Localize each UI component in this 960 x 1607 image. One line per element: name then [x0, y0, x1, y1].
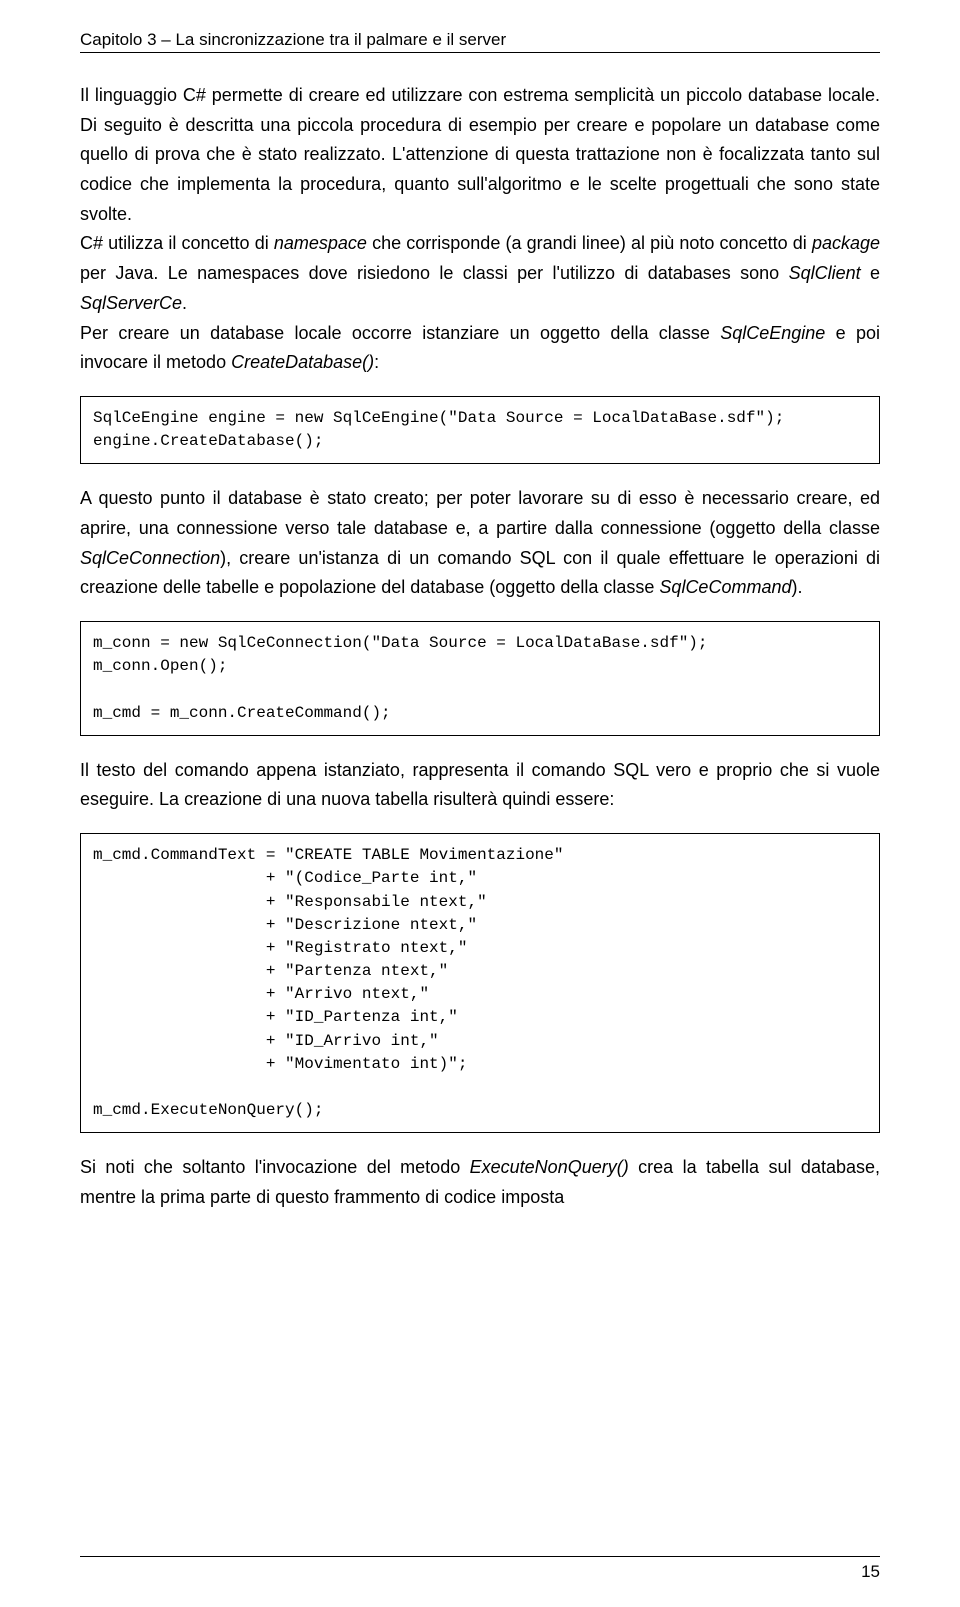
italic-term: SqlServerCe	[80, 293, 182, 313]
paragraph-2: A questo punto il database è stato creat…	[80, 484, 880, 603]
page-number: 15	[861, 1562, 880, 1582]
text: ).	[791, 577, 802, 597]
text: e	[861, 263, 880, 283]
code-block-3: m_cmd.CommandText = "CREATE TABLE Movime…	[80, 833, 880, 1133]
italic-term: package	[812, 233, 880, 253]
text: Il linguaggio C# permette di creare ed u…	[80, 85, 880, 224]
text: :	[374, 352, 379, 372]
paragraph-3: Il testo del comando appena istanziato, …	[80, 756, 880, 815]
code-block-2: m_conn = new SqlCeConnection("Data Sourc…	[80, 621, 880, 736]
text: per Java. Le namespaces dove risiedono l…	[80, 263, 789, 283]
paragraph-1: Il linguaggio C# permette di creare ed u…	[80, 81, 880, 378]
italic-term: SqlClient	[789, 263, 861, 283]
text: A questo punto il database è stato creat…	[80, 488, 880, 538]
paragraph-4: Si noti che soltanto l'invocazione del m…	[80, 1153, 880, 1212]
text: Si noti che soltanto l'invocazione del m…	[80, 1157, 470, 1177]
footer-rule	[80, 1556, 880, 1557]
code-block-1: SqlCeEngine engine = new SqlCeEngine("Da…	[80, 396, 880, 464]
italic-term: namespace	[274, 233, 367, 253]
italic-term: SqlCeCommand	[659, 577, 791, 597]
text: Per creare un database locale occorre is…	[80, 323, 720, 343]
page: Capitolo 3 – La sincronizzazione tra il …	[0, 0, 960, 1607]
text: .	[182, 293, 187, 313]
italic-term: SqlCeEngine	[720, 323, 825, 343]
text: C# utilizza il concetto di	[80, 233, 274, 253]
italic-term: ExecuteNonQuery()	[470, 1157, 629, 1177]
text: che corrisponde (a grandi linee) al più …	[367, 233, 812, 253]
italic-term: CreateDatabase()	[231, 352, 374, 372]
chapter-header: Capitolo 3 – La sincronizzazione tra il …	[80, 30, 880, 53]
italic-term: SqlCeConnection	[80, 548, 220, 568]
